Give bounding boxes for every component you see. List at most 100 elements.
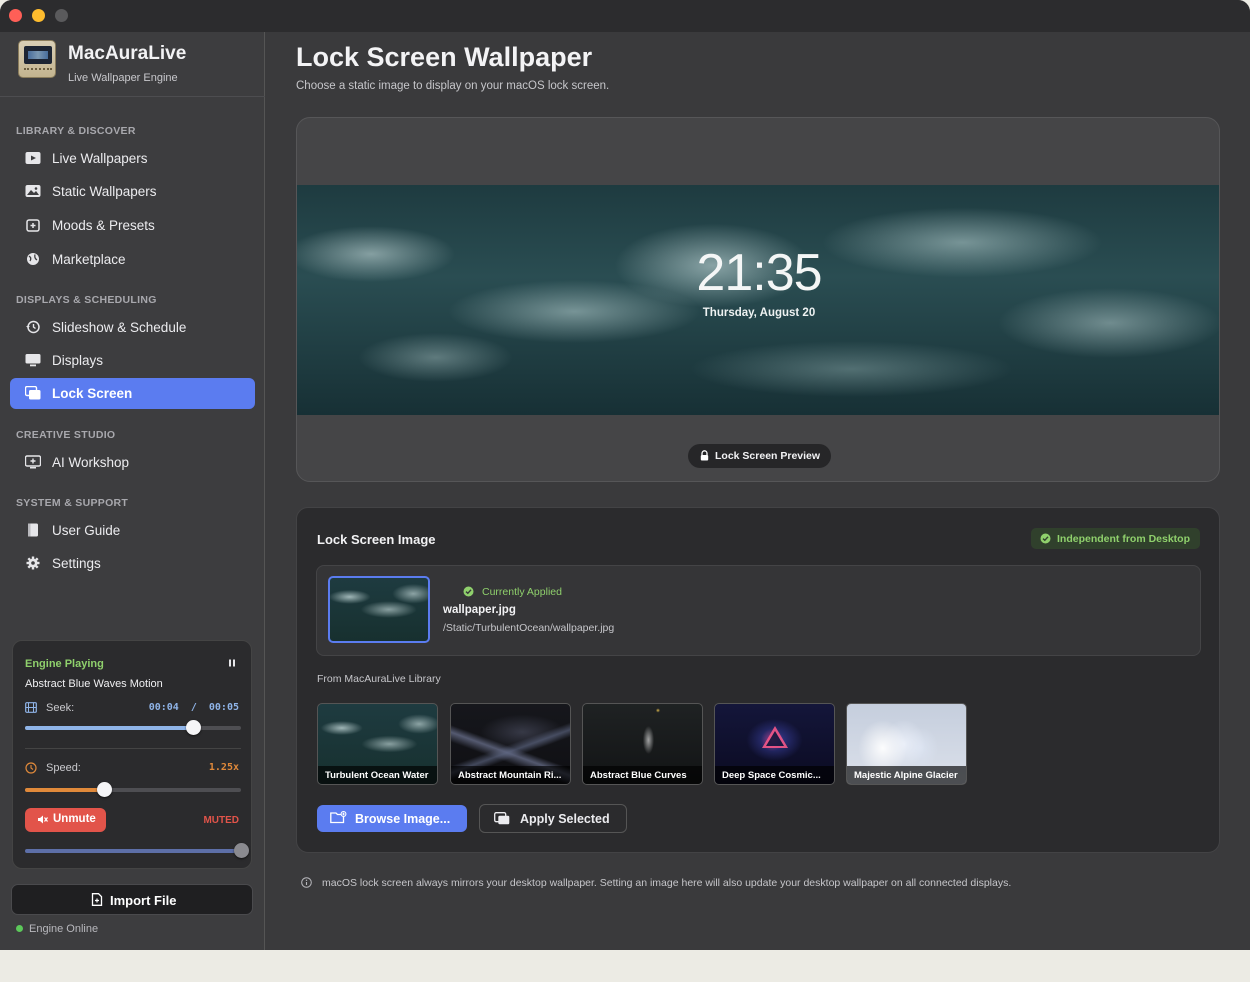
folder-icon	[330, 811, 347, 824]
volume-slider[interactable]	[25, 843, 249, 858]
minimize-window-button[interactable]	[32, 9, 45, 22]
sidebar-divider	[0, 96, 265, 97]
globe-icon	[27, 253, 39, 265]
preview-date: Thursday, August 20	[702, 307, 816, 319]
sidebar-item-marketplace[interactable]: Marketplace	[10, 244, 255, 275]
sidebar-item-live-wallpapers[interactable]: Live Wallpapers	[10, 143, 255, 174]
sidebar-item-label: AI Workshop	[52, 455, 130, 470]
play-icon	[25, 152, 41, 164]
speaker-muted-icon	[38, 815, 48, 824]
info-icon	[301, 877, 312, 888]
speed-value: 1.25x	[208, 762, 239, 773]
thumbnail-caption: Majestic Alpine Glacier	[847, 766, 966, 784]
sidebar-item-user-guide[interactable]: User Guide	[10, 515, 255, 546]
sidebar-item-label: Settings	[52, 556, 101, 571]
section-library: LIBRARY & DISCOVER	[16, 125, 136, 137]
section-system: SYSTEM & SUPPORT	[16, 497, 129, 509]
page-subtitle: Choose a static image to display on your…	[296, 80, 610, 92]
current-image-thumbnail[interactable]	[328, 576, 430, 643]
independent-badge: Independent from Desktop	[1031, 528, 1200, 549]
apply-selected-button[interactable]: Apply Selected	[479, 804, 627, 833]
sidebar-item-slideshow-schedule[interactable]: Slideshow & Schedule	[10, 312, 255, 343]
title-bar	[0, 0, 1250, 32]
library-thumbnail[interactable]: Abstract Mountain Ri...	[450, 703, 571, 785]
info-note-text: macOS lock screen always mirrors your de…	[322, 877, 1012, 889]
speed-label: Speed:	[46, 762, 81, 774]
import-file-button[interactable]: Import File	[11, 884, 253, 915]
sidebar-item-settings[interactable]: Settings	[10, 548, 255, 579]
import-file-label: Import File	[110, 893, 177, 908]
preview-clock: 21:35	[696, 244, 822, 302]
library-thumbnail[interactable]: Deep Space Cosmic...	[714, 703, 835, 785]
currently-applied-label: Currently Applied	[482, 586, 562, 598]
lock-screen-image-card: Lock Screen Image Independent from Deskt…	[296, 507, 1220, 853]
pause-icon[interactable]	[225, 656, 239, 670]
thumbnail-caption: Deep Space Cosmic...	[715, 766, 834, 784]
app-window: MacAuraLive Live Wallpaper Engine LIBRAR…	[0, 0, 1250, 950]
sidebar-item-label: User Guide	[52, 523, 121, 538]
image-icon	[25, 185, 41, 197]
sidebar-item-label: Static Wallpapers	[52, 184, 157, 199]
now-playing-panel: Engine Playing Abstract Blue Waves Motio…	[12, 640, 252, 869]
neon-triangle-icon	[762, 726, 788, 748]
app-subtitle: Live Wallpaper Engine	[68, 72, 178, 84]
preset-icon	[26, 219, 40, 232]
online-dot-icon	[16, 925, 23, 932]
muted-indicator: MUTED	[203, 815, 239, 826]
sidebar-item-lock-screen[interactable]: Lock Screen	[10, 378, 255, 409]
lock-screen-preview-badge: Lock Screen Preview	[688, 444, 831, 468]
browse-image-label: Browse Image...	[355, 812, 451, 826]
sidebar: MacAuraLive Live Wallpaper Engine LIBRAR…	[0, 32, 265, 950]
sidebar-item-displays[interactable]: Displays	[10, 345, 255, 376]
ai-icon	[25, 455, 41, 469]
thumbnail-caption: Abstract Mountain Ri...	[451, 766, 570, 784]
lock-icon	[700, 450, 709, 461]
speed-slider-handle[interactable]	[97, 782, 113, 797]
sidebar-item-static-wallpapers[interactable]: Static Wallpapers	[10, 176, 255, 207]
sidebar-item-ai-workshop[interactable]: AI Workshop	[10, 447, 255, 478]
section-creative: CREATIVE STUDIO	[16, 429, 116, 441]
lock-screen-preview: 21:35 Thursday, August 20 Lock Screen Pr…	[296, 117, 1220, 482]
player-divider	[25, 748, 241, 749]
library-thumbnail[interactable]: Abstract Blue Curves	[582, 703, 703, 785]
film-icon	[25, 702, 37, 713]
current-filepath: /Static/TurbulentOcean/wallpaper.jpg	[443, 622, 615, 634]
apply-layers-icon	[494, 812, 510, 825]
app-name: MacAuraLive	[68, 43, 187, 64]
volume-slider-handle[interactable]	[233, 843, 249, 858]
sidebar-item-label: Marketplace	[52, 252, 126, 267]
seek-slider[interactable]	[25, 720, 241, 735]
apply-selected-label: Apply Selected	[520, 812, 610, 826]
lock-screen-icon	[25, 386, 41, 400]
seek-label: Seek:	[46, 702, 75, 714]
sidebar-item-label: Lock Screen	[52, 386, 133, 401]
sidebar-item-moods-presets[interactable]: Moods & Presets	[10, 210, 255, 241]
app-logo-icon	[18, 40, 56, 78]
track-name: Abstract Blue Waves Motion	[25, 678, 163, 690]
unmute-button[interactable]: Unmute	[25, 808, 106, 832]
speed-icon	[25, 762, 37, 774]
library-label: From MacAuraLive Library	[317, 673, 441, 685]
speed-slider[interactable]	[25, 782, 241, 797]
check-badge-icon	[1040, 533, 1051, 544]
preview-badge-label: Lock Screen Preview	[715, 450, 821, 462]
sidebar-item-label: Slideshow & Schedule	[52, 320, 187, 335]
seek-slider-handle[interactable]	[185, 720, 201, 735]
browse-image-button[interactable]: Browse Image...	[317, 805, 467, 832]
speed-slider-fill	[25, 788, 105, 792]
engine-status: Engine Playing	[25, 658, 104, 670]
engine-online-status: Engine Online	[16, 923, 98, 935]
close-window-button[interactable]	[9, 9, 22, 22]
page-title: Lock Screen Wallpaper	[296, 42, 593, 72]
seek-slider-fill	[25, 726, 194, 730]
thumbnail-caption: Turbulent Ocean Water	[318, 766, 437, 784]
section-displays: DISPLAYS & SCHEDULING	[16, 294, 157, 306]
library-thumbnail[interactable]: Majestic Alpine Glacier	[846, 703, 967, 785]
gear-icon	[26, 556, 40, 570]
current-image-row: Currently Applied wallpaper.jpg /Static/…	[316, 565, 1201, 656]
library-thumbnail[interactable]: Turbulent Ocean Water	[317, 703, 438, 785]
zoom-window-button[interactable]	[55, 9, 68, 22]
brand: MacAuraLive Live Wallpaper Engine	[18, 40, 258, 96]
seek-time: 00:04 / 00:05	[148, 702, 239, 713]
monitor-icon	[25, 354, 41, 367]
